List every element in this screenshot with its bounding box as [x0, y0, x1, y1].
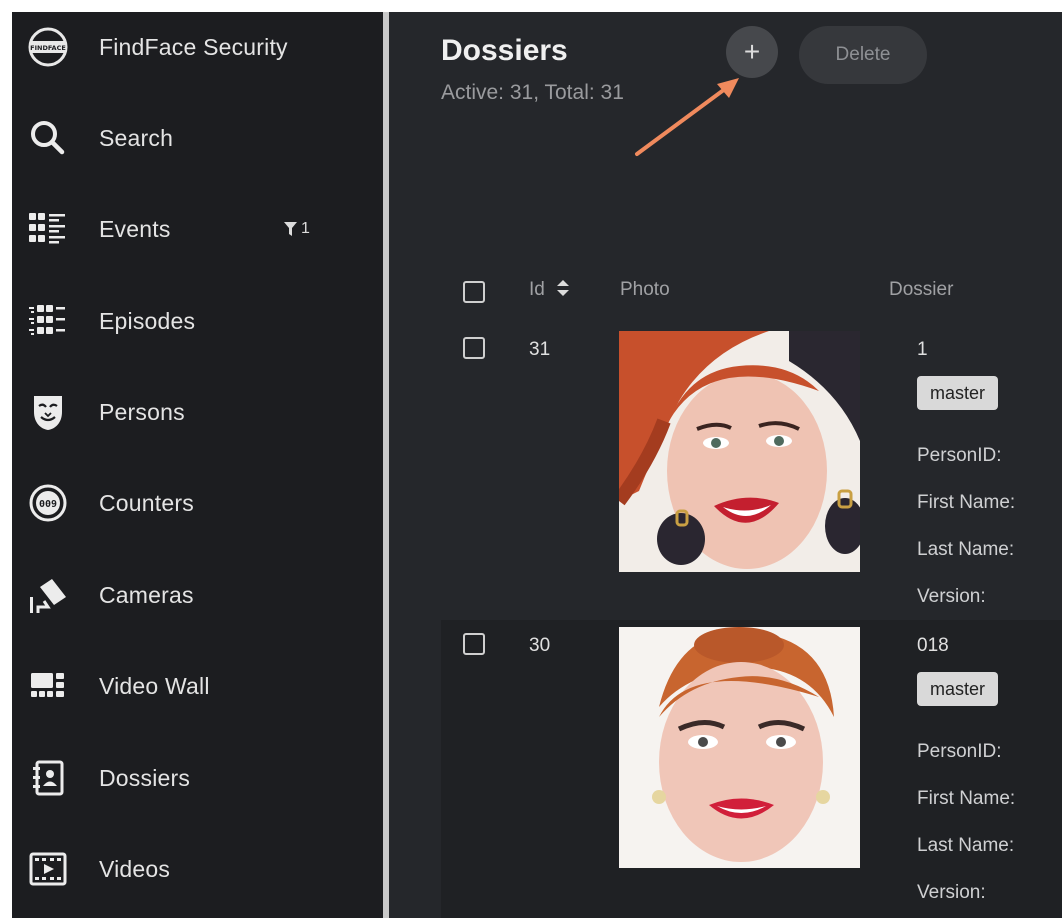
sidebar-item-label: Videos: [99, 855, 171, 882]
row-checkbox[interactable]: [463, 337, 485, 359]
svg-text:FINDFACE: FINDFACE: [30, 44, 66, 52]
field-version: Version:: [917, 882, 986, 903]
row-id: 30: [529, 635, 551, 656]
sidebar-item-label: Episodes: [99, 307, 196, 334]
annotation-arrow-icon: [635, 78, 739, 156]
field-first-name: First Name:: [917, 492, 1016, 513]
row-checkbox[interactable]: [463, 633, 485, 655]
dossier-tag: master: [917, 672, 999, 706]
sort-icon: [557, 280, 570, 296]
counter-icon: 009: [26, 481, 70, 525]
column-header-dossier: Dossier: [889, 279, 954, 300]
dossier-name[interactable]: 1: [917, 339, 928, 361]
search-icon: [26, 116, 70, 160]
row-id: 31: [529, 339, 551, 360]
sidebar: FINDFACE FindFace Security Search Events…: [12, 12, 383, 918]
sidebar-item-videos[interactable]: Videos: [12, 839, 383, 899]
window-top-border: [0, 0, 1062, 12]
sidebar-item-persons[interactable]: Persons: [12, 382, 383, 442]
plus-icon: +: [743, 36, 761, 67]
window-left-border: [0, 0, 12, 918]
dossier-icon: [26, 756, 70, 800]
delete-button[interactable]: Delete: [799, 26, 927, 84]
field-first-name: First Name:: [917, 788, 1016, 809]
filter-count: 1: [301, 220, 310, 237]
field-person-id: PersonID:: [917, 445, 1002, 466]
camera-icon: [26, 573, 70, 617]
face-photo-image: [619, 627, 860, 868]
sidebar-item-dossiers[interactable]: Dossiers: [12, 748, 383, 808]
sidebar-item-label: Search: [99, 124, 174, 151]
sidebar-item-search[interactable]: Search: [12, 108, 383, 168]
face-photo[interactable]: [619, 331, 860, 572]
main-content: Dossiers Active: 31, Total: 31 + Delete …: [389, 12, 1062, 918]
sidebar-item-episodes[interactable]: Episodes: [12, 291, 383, 351]
field-last-name: Last Name:: [917, 539, 1015, 560]
findface-logo-icon: FINDFACE: [26, 25, 70, 69]
sidebar-item-events[interactable]: Events 1: [12, 199, 383, 259]
face-photo-image: [619, 331, 860, 572]
filter-badge[interactable]: 1: [284, 220, 310, 238]
svg-text:009: 009: [39, 499, 57, 510]
field-person-id: PersonID:: [917, 741, 1002, 762]
filter-icon: [284, 222, 297, 236]
video-wall-icon: [26, 664, 70, 708]
sidebar-item-label: Counters: [99, 489, 194, 516]
dossier-name[interactable]: 018: [917, 635, 949, 657]
page-subtitle: Active: 31, Total: 31: [441, 81, 624, 104]
sidebar-item-video-wall[interactable]: Video Wall: [12, 656, 383, 716]
select-all-checkbox[interactable]: [463, 281, 485, 303]
column-header-id[interactable]: Id: [529, 279, 570, 301]
field-version: Version:: [917, 586, 986, 607]
sidebar-item-findface-security[interactable]: FINDFACE FindFace Security: [12, 17, 383, 77]
sidebar-item-label: Dossiers: [99, 764, 191, 791]
sidebar-item-counters[interactable]: 009 Counters: [12, 473, 383, 533]
film-icon: [26, 847, 70, 891]
column-header-photo: Photo: [620, 279, 670, 300]
face-photo[interactable]: [619, 627, 860, 868]
events-grid-icon: [26, 207, 70, 251]
sidebar-item-cameras[interactable]: Cameras: [12, 565, 383, 625]
sidebar-item-label: Persons: [99, 398, 185, 425]
page-title: Dossiers: [441, 34, 568, 67]
add-dossier-button[interactable]: +: [726, 26, 778, 78]
sidebar-item-label: Video Wall: [99, 672, 210, 699]
mask-icon: [26, 390, 70, 434]
sidebar-item-label: Cameras: [99, 581, 194, 608]
sidebar-item-label: Events: [99, 215, 171, 242]
field-last-name: Last Name:: [917, 835, 1015, 856]
table-row[interactable]: 31 1 master PersonID: First Name: Last N…: [441, 322, 1062, 620]
sidebar-item-label: FindFace Security: [99, 33, 288, 60]
table-row[interactable]: 30 018 master PersonID: First Name: Last…: [441, 620, 1062, 918]
dossier-tag: master: [917, 376, 999, 410]
episodes-grid-icon: [26, 299, 70, 343]
